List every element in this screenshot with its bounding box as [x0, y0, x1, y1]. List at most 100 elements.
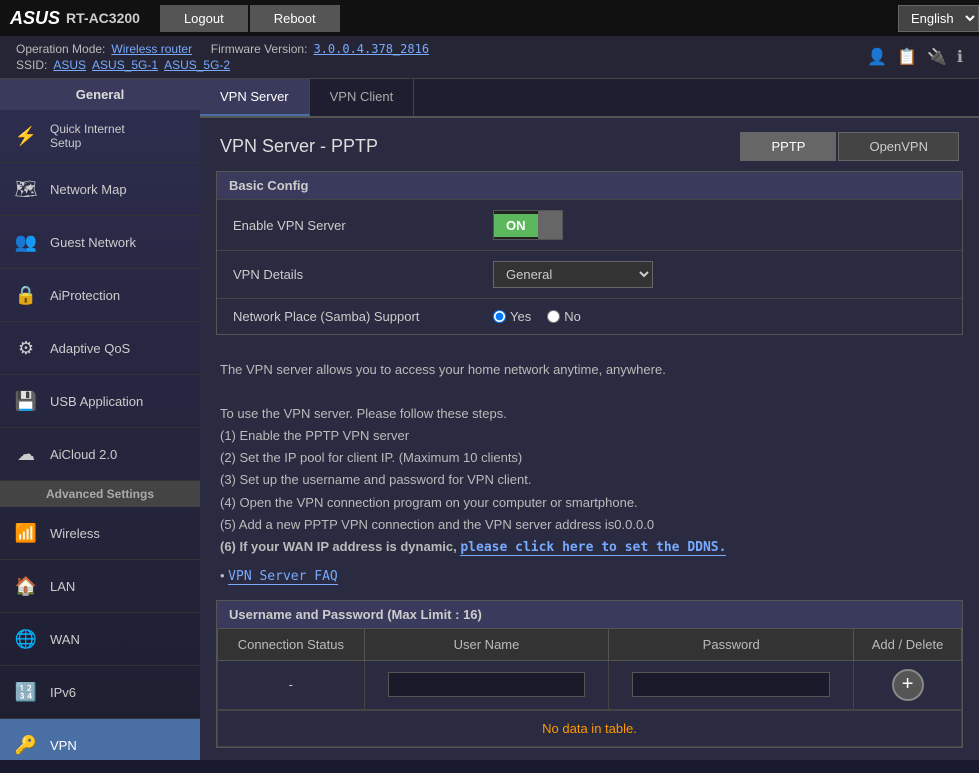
ddns-link[interactable]: please click here to set the DDNS.: [460, 540, 726, 556]
advanced-section-label: Advanced Settings: [0, 481, 200, 507]
sidebar-item-label: Wireless: [50, 526, 100, 541]
network-place-row: Network Place (Samba) Support Yes No: [217, 298, 962, 334]
user-icon: 👤: [867, 47, 887, 67]
header-info: Operation Mode: Wireless router Firmware…: [0, 36, 979, 79]
sidebar-item-guest-network[interactable]: 👥 Guest Network: [0, 216, 200, 269]
row-status: -: [218, 660, 365, 709]
ssid-2-link[interactable]: ASUS_5G-1: [92, 58, 158, 72]
sidebar: General ⚡ Quick Internet Setup 🗺 Network…: [0, 79, 200, 760]
vpn-details-label: VPN Details: [233, 267, 493, 282]
reboot-button[interactable]: Reboot: [250, 5, 340, 32]
row-add-delete-cell: +: [854, 660, 962, 709]
radio-no[interactable]: [547, 310, 560, 323]
ssid-3-link[interactable]: ASUS_5G-2: [164, 58, 230, 72]
aicloud-icon: ☁: [12, 440, 40, 468]
info-line1: The VPN server allows you to access your…: [220, 359, 959, 381]
toggle-on-label: ON: [494, 214, 538, 237]
sidebar-item-label: AiProtection: [50, 288, 120, 303]
sidebar-item-network-map[interactable]: 🗺 Network Map: [0, 163, 200, 216]
header-icons: 👤 📋 🔌 ℹ: [867, 47, 963, 67]
username-input[interactable]: [388, 672, 586, 697]
add-button[interactable]: +: [892, 669, 924, 701]
sidebar-item-ipv6[interactable]: 🔢 IPv6: [0, 666, 200, 719]
toggle-slider: [538, 211, 562, 239]
wan-icon: 🌐: [12, 625, 40, 653]
tab-vpn-server[interactable]: VPN Server: [200, 79, 310, 116]
row-username-cell: [364, 660, 609, 709]
operation-mode-row: Operation Mode: Wireless router Firmware…: [16, 42, 429, 56]
top-nav: Logout Reboot: [160, 5, 340, 32]
sidebar-item-wireless[interactable]: 📶 Wireless: [0, 507, 200, 560]
enable-vpn-toggle[interactable]: ON: [493, 210, 563, 240]
col-add-delete: Add / Delete: [854, 628, 962, 660]
sidebar-item-usb-application[interactable]: 💾 USB Application: [0, 375, 200, 428]
info-text: The VPN server allows you to access your…: [200, 347, 979, 600]
sidebar-item-label: Network Map: [50, 182, 127, 197]
tab-bar: VPN Server VPN Client: [200, 79, 979, 118]
ssid-1-link[interactable]: ASUS: [53, 58, 86, 72]
col-username: User Name: [364, 628, 609, 660]
info-step4: (4) Open the VPN connection program on y…: [220, 492, 959, 514]
enable-vpn-label: Enable VPN Server: [233, 218, 493, 233]
credentials-table: Connection Status User Name Password Add…: [217, 628, 962, 710]
basic-config-header: Basic Config: [217, 172, 962, 199]
sidebar-item-label: Quick Internet Setup: [50, 122, 125, 150]
sidebar-item-aicloud-2[interactable]: ☁ AiCloud 2.0: [0, 428, 200, 481]
language-select[interactable]: English: [898, 5, 979, 32]
credentials-section: Username and Password (Max Limit : 16) C…: [216, 600, 963, 748]
vpn-details-select[interactable]: General Advanced: [493, 261, 653, 288]
sidebar-item-label: USB Application: [50, 394, 143, 409]
sidebar-item-aiprotection[interactable]: 🔒 AiProtection: [0, 269, 200, 322]
vpn-details-value: General Advanced: [493, 261, 946, 288]
faq-link[interactable]: VPN Server FAQ: [228, 569, 338, 585]
ipv6-icon: 🔢: [12, 678, 40, 706]
operation-mode-link[interactable]: Wireless router: [111, 42, 192, 56]
info-step3: (3) Set up the username and password for…: [220, 469, 959, 491]
copy-icon: 📋: [897, 47, 917, 67]
network-map-icon: 🗺: [12, 175, 40, 203]
adaptive-qos-icon: ⚙: [12, 334, 40, 362]
sidebar-item-label: Guest Network: [50, 235, 136, 250]
tab-vpn-client[interactable]: VPN Client: [310, 79, 415, 116]
network-place-label: Network Place (Samba) Support: [233, 309, 493, 324]
pptp-mode-button[interactable]: PPTP: [740, 132, 836, 161]
sidebar-item-wan[interactable]: 🌐 WAN: [0, 613, 200, 666]
info-faq: • VPN Server FAQ: [220, 565, 959, 588]
logo-area: ASUS RT-AC3200: [0, 8, 150, 29]
content-area: VPN Server VPN Client VPN Server - PPTP …: [200, 79, 979, 760]
logout-button[interactable]: Logout: [160, 5, 248, 32]
sidebar-item-vpn[interactable]: 🔑 VPN: [0, 719, 200, 760]
enable-vpn-row: Enable VPN Server ON: [217, 199, 962, 250]
info-step5: (5) Add a new PPTP VPN connection and th…: [220, 514, 959, 536]
firmware-link[interactable]: 3.0.0.4.378_2816: [313, 42, 429, 56]
ssid-row: SSID: ASUS ASUS_5G-1 ASUS_5G-2: [16, 58, 429, 72]
info-icon: ℹ: [957, 47, 963, 67]
top-bar: ASUS RT-AC3200 Logout Reboot English: [0, 0, 979, 36]
sidebar-item-label: IPv6: [50, 685, 76, 700]
password-input[interactable]: [632, 672, 830, 697]
aiprotection-icon: 🔒: [12, 281, 40, 309]
sidebar-item-adaptive-qos[interactable]: ⚙ Adaptive QoS: [0, 322, 200, 375]
basic-config-section: Basic Config Enable VPN Server ON VPN De…: [216, 171, 963, 335]
credentials-header: Username and Password (Max Limit : 16): [217, 601, 962, 628]
row-password-cell: [609, 660, 854, 709]
radio-yes-label[interactable]: Yes: [493, 309, 531, 324]
quick-setup-icon: ⚡: [12, 122, 40, 150]
openvpn-mode-button[interactable]: OpenVPN: [838, 132, 959, 161]
vpn-icon: 🔑: [12, 731, 40, 759]
sidebar-item-quick-internet-setup[interactable]: ⚡ Quick Internet Setup: [0, 110, 200, 163]
page-title: VPN Server - PPTP: [220, 136, 378, 157]
sidebar-item-label: AiCloud 2.0: [50, 447, 117, 462]
page-header: VPN Server - PPTP PPTP OpenVPN: [200, 118, 979, 171]
sidebar-item-lan[interactable]: 🏠 LAN: [0, 560, 200, 613]
lang-area: English: [898, 5, 979, 32]
sidebar-item-label: LAN: [50, 579, 75, 594]
col-status: Connection Status: [218, 628, 365, 660]
network-place-value: Yes No: [493, 309, 946, 324]
radio-no-label[interactable]: No: [547, 309, 581, 324]
radio-yes[interactable]: [493, 310, 506, 323]
radio-group: Yes No: [493, 309, 581, 324]
logo-model: RT-AC3200: [66, 10, 140, 26]
lan-icon: 🏠: [12, 572, 40, 600]
info-step6: (6) If your WAN IP address is dynamic, p…: [220, 536, 959, 559]
